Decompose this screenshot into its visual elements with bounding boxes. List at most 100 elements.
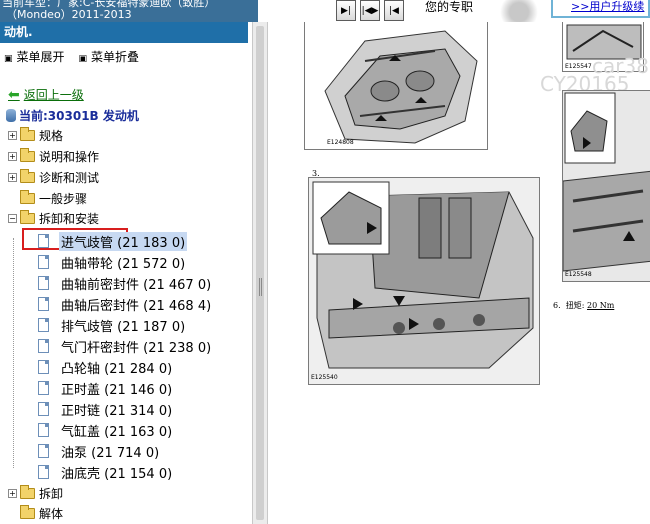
torque-label: 扭矩:: [565, 301, 585, 310]
figure-caption: E125547: [565, 63, 592, 70]
tree-leaf-label: 凸轮轴 (21 284 0): [61, 361, 173, 377]
tree-folder-label: 诊断和测试: [39, 170, 100, 185]
expand-icon[interactable]: +: [8, 172, 17, 182]
tree-folder-disassembly[interactable]: + 拆卸: [8, 484, 63, 502]
tree-leaf-label: 排气歧管 (21 187 0): [61, 319, 186, 335]
car-model-line2: （Mondeo）2011-2013: [6, 8, 132, 21]
grid-icon: ▣: [78, 54, 88, 64]
database-icon: [6, 109, 16, 122]
tree-leaf-camshaft[interactable]: 凸轮轴 (21 284 0): [38, 357, 174, 377]
panel-header: 动机.: [0, 22, 248, 43]
collapse-icon[interactable]: −: [8, 213, 17, 223]
back-link[interactable]: ⬅ 返回上一级: [8, 86, 84, 103]
top-bar: 当前车型：厂家:C-长安福特蒙迪欧（致胜） （Mondeo）2011-2013 …: [0, 0, 650, 22]
tree-folder-specs[interactable]: + 规格: [8, 126, 63, 144]
tree-leaf-label: 进气歧管 (21 183 0): [59, 231, 188, 251]
menu-collapse-button[interactable]: ▣ 菜单折叠: [79, 48, 140, 65]
tree-leaf-oil-pump[interactable]: 油泵 (21 714 0): [38, 441, 161, 461]
tree-leaf-label: 气门杆密封件 (21 238 0): [61, 340, 212, 356]
tree-connector-line: [13, 238, 14, 468]
engine-diagram-3: [309, 178, 539, 384]
document-icon: [38, 402, 49, 416]
folder-icon: [20, 168, 35, 183]
tree-leaf-timing-cover[interactable]: 正时盖 (21 146 0): [38, 378, 174, 398]
document-icon: [38, 339, 49, 353]
tree-leaf-oil-pan[interactable]: 油底壳 (21 154 0): [38, 462, 174, 482]
folder-open-icon: [20, 209, 35, 224]
document-icon: [38, 276, 49, 290]
back-arrow-icon: ⬅: [8, 86, 20, 103]
tree-leaf-crank-pulley[interactable]: 曲轴带轮 (21 572 0): [38, 252, 187, 272]
folder-icon: [20, 189, 35, 204]
engine-diagram-1: [324, 30, 478, 144]
professional-label: 您的专职: [425, 0, 474, 14]
tree-leaf-label: 曲轴前密封件 (21 467 0): [61, 277, 212, 293]
torque-value: 20 Nm: [586, 301, 615, 310]
tree-folder-label: 拆卸: [39, 486, 64, 501]
menu-collapse-label: 菜单折叠: [91, 50, 140, 64]
menu-expand-button[interactable]: ▣ 菜单展开: [4, 48, 65, 65]
engine-figure-3: E125540: [308, 177, 540, 385]
tree-folder-label: 解体: [39, 506, 64, 521]
tree-folder-label: 规格: [39, 128, 64, 143]
tree-leaf-label: 曲轴后密封件 (21 468 4): [61, 298, 212, 314]
step-number: 6.: [553, 301, 561, 310]
tree-folder-label: 说明和操作: [39, 149, 100, 164]
content-area: E124808 E125547 car388 CY20165 3.: [268, 22, 650, 524]
tree-leaf-cylinder-head[interactable]: 气缸盖 (21 163 0): [38, 420, 174, 440]
tree-leaf-intake-manifold[interactable]: 进气歧管 (21 183 0): [38, 231, 188, 251]
figure-caption: E125548: [565, 271, 592, 278]
document-icon: [38, 465, 49, 479]
expand-icon[interactable]: +: [8, 151, 17, 161]
menu-expand-label: 菜单展开: [16, 50, 65, 64]
tree-folder-teardown[interactable]: 解体: [8, 504, 63, 522]
tree-folder-diagnostics[interactable]: + 诊断和测试: [8, 168, 99, 186]
tree-leaf-timing-chain[interactable]: 正时链 (21 314 0): [38, 399, 174, 419]
document-icon: [38, 234, 49, 248]
document-icon: [38, 381, 49, 395]
nav-next-button[interactable]: ▶|: [336, 0, 356, 21]
document-icon: [38, 255, 49, 269]
tree-leaf-front-crank-seal[interactable]: 曲轴前密封件 (21 467 0): [38, 273, 213, 293]
upgrade-link[interactable]: >>用户升级续: [551, 0, 650, 18]
tree-leaf-label: 正时盖 (21 146 0): [61, 382, 173, 398]
document-icon: [38, 297, 49, 311]
expand-icon[interactable]: +: [8, 488, 17, 498]
current-location-label: 当前:30301B 发动机: [19, 109, 139, 123]
figure-caption: E124808: [327, 139, 354, 146]
document-icon: [38, 444, 49, 458]
grid-icon: ▣: [4, 54, 13, 64]
current-location: 当前:30301B 发动机: [6, 107, 139, 124]
torque-spec: 6. 扭矩: 20 Nm: [553, 300, 614, 311]
tree-leaf-rear-crank-seal[interactable]: 曲轴后密封件 (21 468 4): [38, 294, 213, 314]
folder-icon: [20, 504, 35, 519]
figure-caption: E125540: [311, 374, 338, 381]
tree-leaf-exhaust-manifold[interactable]: 排气歧管 (21 187 0): [38, 315, 187, 335]
nav-prev-button[interactable]: |◀: [384, 0, 404, 21]
tree-leaf-label: 油底壳 (21 154 0): [61, 466, 173, 482]
tree-folder-description[interactable]: + 说明和操作: [8, 147, 99, 165]
car-model-line1: 当前车型：厂家:C-长安福特蒙迪欧（致胜）: [2, 0, 216, 9]
customer-service-image: [490, 0, 548, 22]
tree-folder-general-steps[interactable]: 一般步骤: [8, 189, 87, 207]
tree-folder-label: 拆卸和安装: [39, 211, 100, 226]
document-icon: [38, 318, 49, 332]
left-navigation-panel: 动机. ▣ 菜单展开 ▣ 菜单折叠 ⬅ 返回上一级 当前:30301B 发动机 + …: [0, 22, 252, 524]
splitter-grip-icon[interactable]: [259, 278, 262, 296]
tree-leaf-valve-stem-seal[interactable]: 气门杆密封件 (21 238 0): [38, 336, 213, 356]
tree-folder-removal-installation[interactable]: − 拆卸和安装: [8, 209, 99, 227]
document-icon: [38, 360, 49, 374]
folder-icon: [20, 484, 35, 499]
folder-icon: [20, 147, 35, 162]
engine-figure-1: E124808: [304, 22, 488, 150]
document-icon: [38, 423, 49, 437]
back-link-label: 返回上一级: [23, 88, 84, 102]
scrollbar-thumb[interactable]: [256, 26, 264, 520]
expand-icon: [8, 508, 17, 518]
tree-leaf-label: 气缸盖 (21 163 0): [61, 424, 173, 440]
tree-folder-label: 一般步骤: [39, 191, 88, 206]
tree-leaf-label: 曲轴带轮 (21 572 0): [61, 256, 186, 272]
menu-toggle-row: ▣ 菜单展开 ▣ 菜单折叠: [4, 48, 139, 65]
expand-icon[interactable]: +: [8, 130, 17, 140]
nav-middle-button[interactable]: |◀▶: [360, 0, 380, 21]
